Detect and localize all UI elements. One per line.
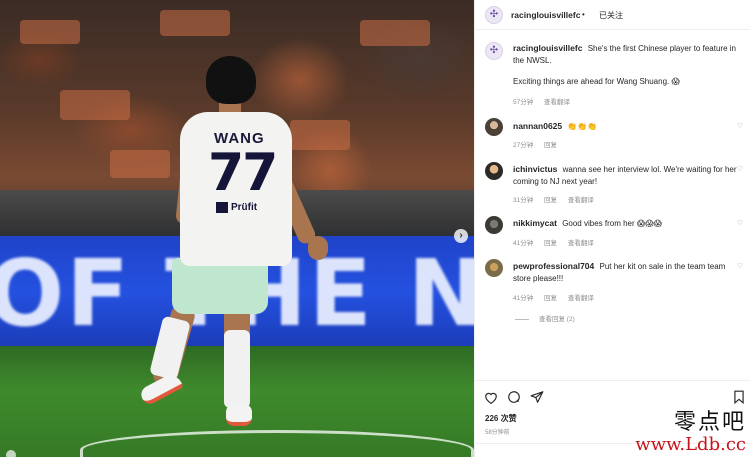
avatar[interactable] xyxy=(485,162,503,180)
translate-link[interactable]: 查看翻译 xyxy=(568,197,594,204)
comment-text: Good vibes from her 😱😱😱 xyxy=(562,219,662,228)
comment-list: racinglouisvillefc She's the first Chine… xyxy=(475,30,750,375)
share-icon[interactable] xyxy=(529,389,545,405)
list-item: pewprofessional704 Put her kit on sale i… xyxy=(513,260,745,285)
caption-text: racinglouisvillefc She's the first Chine… xyxy=(513,42,745,67)
watermark-cn: 零点吧 xyxy=(673,410,746,435)
avatar[interactable] xyxy=(485,118,503,136)
caption-username[interactable]: racinglouisvillefc xyxy=(513,43,582,53)
comment-icon[interactable] xyxy=(506,389,522,405)
post-sidebar: racinglouisvillefc • 已关注 racinglouisvill… xyxy=(474,0,750,457)
heart-icon[interactable]: ♡ xyxy=(737,122,743,130)
watermark-url: www.Ldb.cc xyxy=(635,434,746,455)
comment-username[interactable]: ichinvictus xyxy=(513,164,557,174)
list-item: ichinvictus wanna see her interview lol.… xyxy=(513,163,745,188)
post-header: racinglouisvillefc • 已关注 xyxy=(475,0,750,30)
heart-icon[interactable]: ♡ xyxy=(737,219,743,227)
avatar[interactable] xyxy=(485,259,503,277)
caption-body-2: Exciting things are ahead for Wang Shuan… xyxy=(513,77,680,86)
header-username[interactable]: racinglouisvillefc xyxy=(511,10,580,20)
timestamp: 57分钟 xyxy=(513,99,534,106)
timestamp: 41分钟 xyxy=(513,295,534,302)
list-item: nannan0625 👏👏👏 xyxy=(513,120,745,133)
reply-link[interactable]: 回复 xyxy=(544,295,557,302)
comment-meta: 41分钟 回复 查看翻译 xyxy=(513,237,603,247)
like-count[interactable]: 226 次赞 xyxy=(485,413,517,424)
post-photo: OF THE NWS WANG 77 Prüfit › xyxy=(0,0,474,457)
heart-icon[interactable]: ♡ xyxy=(737,262,743,270)
player: WANG 77 Prüfit xyxy=(0,0,474,457)
reply-link[interactable]: 回复 xyxy=(544,142,557,149)
translate-link[interactable]: 查看翻译 xyxy=(568,295,594,302)
comment-username[interactable]: nikkimycat xyxy=(513,218,557,228)
separator-dot: • xyxy=(582,10,585,19)
chevron-right-icon[interactable]: › xyxy=(454,229,468,243)
comment-text: 👏👏👏 xyxy=(567,122,598,131)
comment-meta: 31分钟 回复 查看翻译 xyxy=(513,194,603,204)
caption-meta: 57分钟 查看翻译 xyxy=(513,96,579,106)
reply-link[interactable]: 回复 xyxy=(544,197,557,204)
reply-link[interactable]: 回复 xyxy=(544,240,557,247)
timestamp: 31分钟 xyxy=(513,197,534,204)
watermark: 零点吧 www.Ldb.cc xyxy=(635,404,746,455)
player-shorts xyxy=(172,258,268,314)
avatar[interactable] xyxy=(485,6,503,24)
comment-meta: 41分钟 回复 查看翻译 xyxy=(513,292,603,302)
avatar[interactable] xyxy=(485,216,503,234)
comment-username[interactable]: pewprofessional704 xyxy=(513,261,594,271)
translate-link[interactable]: 查看翻译 xyxy=(568,240,594,247)
view-replies-button[interactable]: 查看回复 (2) xyxy=(515,313,575,323)
heart-icon[interactable]: ♡ xyxy=(737,165,743,173)
comment-meta: 27分钟 回复 xyxy=(513,139,566,149)
list-item: nikkimycat Good vibes from her 😱😱😱 xyxy=(513,217,745,230)
translate-link[interactable]: 查看翻译 xyxy=(544,99,570,106)
heart-icon[interactable] xyxy=(483,389,499,405)
jersey-sponsor: Prüfit xyxy=(216,202,257,213)
bookmark-icon[interactable] xyxy=(731,389,747,405)
following-button[interactable]: 已关注 xyxy=(599,10,623,21)
player-head xyxy=(206,56,256,104)
timestamp: 27分钟 xyxy=(513,142,534,149)
avatar[interactable] xyxy=(485,42,503,60)
comment-username[interactable]: nannan0625 xyxy=(513,121,562,131)
post-timestamp: 58分钟前 xyxy=(485,430,510,436)
jersey-number: 77 xyxy=(208,143,278,203)
timestamp: 41分钟 xyxy=(513,240,534,247)
